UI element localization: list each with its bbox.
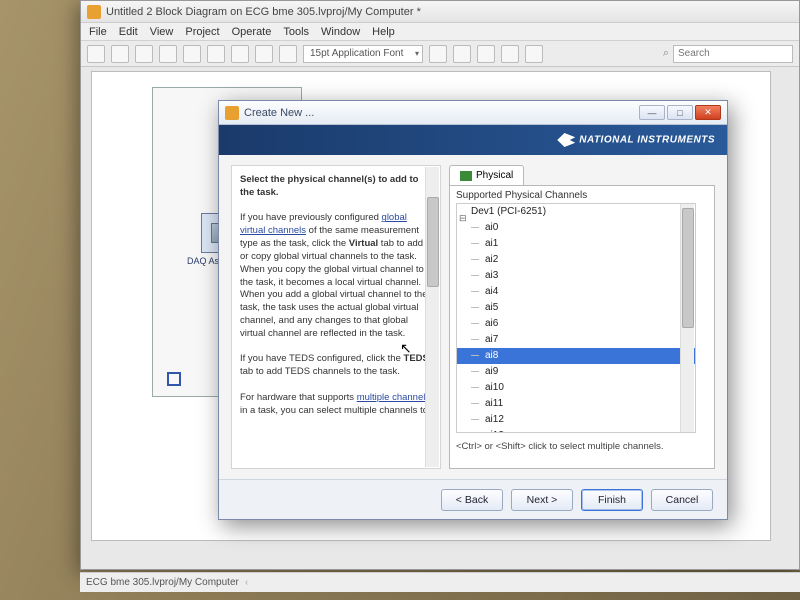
cancel-button[interactable]: Cancel — [651, 489, 713, 511]
eagle-icon — [557, 133, 575, 147]
search-icon: ⌕ — [663, 47, 669, 60]
help-text: For hardware that supports — [240, 392, 357, 403]
help-bold: Virtual — [349, 238, 378, 249]
tree-channel-ai5[interactable]: ai5 — [457, 300, 695, 316]
tree-heading: Supported Physical Channels — [450, 186, 714, 203]
tree-channel-ai1[interactable]: ai1 — [457, 236, 695, 252]
menu-project[interactable]: Project — [185, 26, 219, 38]
menu-tools[interactable]: Tools — [283, 26, 309, 38]
tree-channel-ai9[interactable]: ai9 — [457, 364, 695, 380]
help-text: tab to add TEDS channels to the task. — [240, 366, 400, 377]
tree-channel-ai12[interactable]: ai12 — [457, 412, 695, 428]
menu-view[interactable]: View — [150, 26, 174, 38]
minimize-button[interactable]: — — [639, 105, 665, 120]
channel-tree[interactable]: Dev1 (PCI-6251) ai0ai1ai2ai3ai4ai5ai6ai7… — [456, 203, 696, 433]
brand-text: NATIONAL INSTRUMENTS — [579, 135, 715, 146]
dialog-icon — [225, 106, 239, 120]
menu-help[interactable]: Help — [372, 26, 395, 38]
menu-bar: File Edit View Project Operate Tools Win… — [81, 23, 799, 41]
tree-channel-ai0[interactable]: ai0 — [457, 220, 695, 236]
tree-channel-ai10[interactable]: ai10 — [457, 380, 695, 396]
font-label: 15pt Application Font — [310, 48, 403, 59]
status-path: ECG bme 305.lvproj/My Computer — [86, 577, 239, 588]
help-text: If you have TEDS configured, click the — [240, 353, 404, 364]
ni-logo: NATIONAL INSTRUMENTS — [557, 133, 715, 147]
tree-channel-ai4[interactable]: ai4 — [457, 284, 695, 300]
tab-label: Physical — [476, 170, 513, 181]
align-button[interactable] — [429, 45, 447, 63]
tree-device-node[interactable]: Dev1 (PCI-6251) — [457, 204, 695, 220]
tree-channel-ai8[interactable]: ai8 — [457, 348, 695, 364]
dialog-banner: NATIONAL INSTRUMENTS — [219, 125, 727, 155]
highlight-button[interactable] — [183, 45, 201, 63]
resize-button[interactable] — [477, 45, 495, 63]
help-pane: Select the physical channel(s) to add to… — [231, 165, 441, 469]
tree-channel-ai13[interactable]: ai13 — [457, 428, 695, 433]
tab-physical[interactable]: Physical — [449, 165, 524, 185]
menu-operate[interactable]: Operate — [232, 26, 272, 38]
step-into-button[interactable] — [231, 45, 249, 63]
create-new-dialog: Create New ... — □ ✕ NATIONAL INSTRUMENT… — [218, 100, 728, 520]
abort-button[interactable] — [135, 45, 153, 63]
step-over-button[interactable] — [255, 45, 273, 63]
toolbar: 15pt Application Font ⌕ — [81, 41, 799, 67]
device-label: Dev1 (PCI-6251) — [471, 206, 546, 217]
close-button[interactable]: ✕ — [695, 105, 721, 120]
tree-channel-ai3[interactable]: ai3 — [457, 268, 695, 284]
tree-channel-ai2[interactable]: ai2 — [457, 252, 695, 268]
dialog-button-row: < Back Next > Finish Cancel — [219, 479, 727, 519]
cleanup-button[interactable] — [525, 45, 543, 63]
reorder-button[interactable] — [501, 45, 519, 63]
channel-tree-container: Supported Physical Channels Dev1 (PCI-62… — [449, 185, 715, 469]
help-text: If you have previously configured — [240, 212, 382, 223]
channel-pane: Physical Supported Physical Channels Dev… — [449, 165, 715, 469]
pause-button[interactable] — [159, 45, 177, 63]
maximize-button[interactable]: □ — [667, 105, 693, 120]
tree-scroll-thumb[interactable] — [682, 208, 694, 328]
tree-channel-ai11[interactable]: ai11 — [457, 396, 695, 412]
window-title: Untitled 2 Block Diagram on ECG bme 305.… — [106, 6, 421, 18]
run-button[interactable] — [87, 45, 105, 63]
window-titlebar[interactable]: Untitled 2 Block Diagram on ECG bme 305.… — [81, 1, 799, 23]
menu-file[interactable]: File — [89, 26, 107, 38]
dialog-title: Create New ... — [244, 107, 314, 119]
physical-tab-icon — [460, 171, 472, 181]
status-sep: ‹ — [245, 577, 248, 588]
tree-scrollbar[interactable] — [680, 204, 694, 432]
search-input[interactable] — [673, 45, 793, 63]
tree-channel-ai6[interactable]: ai6 — [457, 316, 695, 332]
status-bar: ECG bme 305.lvproj/My Computer ‹ — [80, 572, 800, 592]
distribute-button[interactable] — [453, 45, 471, 63]
help-scrollbar[interactable] — [425, 167, 439, 467]
tree-channel-ai7[interactable]: ai7 — [457, 332, 695, 348]
help-scroll-thumb[interactable] — [427, 197, 439, 287]
multiselect-hint: <Ctrl> or <Shift> click to select multip… — [450, 437, 714, 456]
help-heading: Select the physical channel(s) to add to… — [240, 174, 418, 198]
loop-stop-terminal[interactable] — [167, 372, 181, 386]
menu-edit[interactable]: Edit — [119, 26, 138, 38]
run-continuous-button[interactable] — [111, 45, 129, 63]
finish-button[interactable]: Finish — [581, 489, 643, 511]
retain-wire-button[interactable] — [207, 45, 225, 63]
step-out-button[interactable] — [279, 45, 297, 63]
back-button[interactable]: < Back — [441, 489, 503, 511]
help-text: tab to add or copy global virtual channe… — [240, 238, 428, 339]
next-button[interactable]: Next > — [511, 489, 573, 511]
app-icon — [87, 5, 101, 19]
link-multiple-channels[interactable]: multiple channels — [357, 392, 430, 403]
font-selector[interactable]: 15pt Application Font — [303, 45, 423, 63]
menu-window[interactable]: Window — [321, 26, 360, 38]
dialog-titlebar[interactable]: Create New ... — □ ✕ — [219, 101, 727, 125]
help-text: in a task, you can select multiple chann… — [240, 405, 428, 416]
